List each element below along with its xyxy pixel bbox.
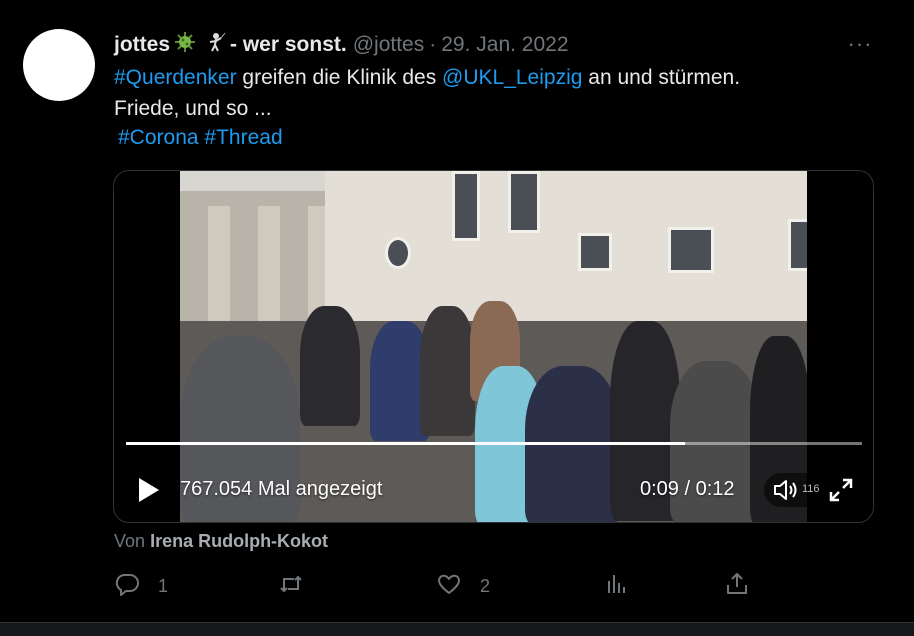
views-icon: [604, 571, 630, 602]
tweet-actions: 1 2: [114, 568, 764, 604]
share-icon: [724, 571, 750, 602]
video-pillar: [208, 206, 230, 331]
timeline-divider: [0, 622, 914, 636]
video-pillar: [258, 206, 280, 331]
hashtag-corona[interactable]: #Corona: [118, 126, 199, 149]
more-icon[interactable]: ···: [846, 30, 874, 58]
video-progress-fill: [126, 442, 686, 445]
fullscreen-icon[interactable]: [828, 477, 854, 503]
reply-count: 1: [158, 575, 169, 596]
fencer-emoji-icon: [204, 31, 226, 59]
video-view-count: 767.054 Mal angezeigt: [180, 478, 383, 500]
volume-icon[interactable]: [772, 478, 800, 502]
play-icon[interactable]: [136, 476, 162, 504]
hashtag-thread[interactable]: #Thread: [204, 126, 282, 149]
tweet-hashtags: #Corona #Thread: [118, 122, 283, 153]
media-credit: Von Irena Rudolph-Kokot: [114, 531, 328, 552]
volume-level: 116: [802, 483, 820, 495]
tweet-text-part1: greifen die Klinik des: [236, 66, 443, 89]
views-button[interactable]: [604, 568, 630, 604]
credit-author[interactable]: Irena Rudolph-Kokot: [150, 531, 328, 551]
tweet[interactable]: jottes - wer sonst. @jottes · 29. Jan. 2…: [0, 0, 914, 622]
virus-emoji-icon: [174, 31, 196, 59]
video-window: [508, 171, 540, 233]
volume-control[interactable]: 116: [764, 473, 836, 507]
tweet-text-part2: an und stürmen.: [582, 66, 741, 89]
display-name[interactable]: jottes: [114, 33, 170, 57]
tweet-text-line2: Friede, und so ...: [114, 97, 272, 120]
tweet-text: #Querdenker greifen die Klinik des @UKL_…: [114, 62, 874, 124]
video-window: [788, 219, 807, 271]
video-progress-bar[interactable]: [126, 442, 862, 445]
video-player[interactable]: 767.054 Mal angezeigt 0:09 / 0:12 116: [113, 170, 874, 523]
credit-prefix: Von: [114, 531, 146, 551]
share-button[interactable]: [724, 568, 750, 604]
user-handle[interactable]: @jottes: [353, 33, 425, 57]
tweet-date[interactable]: 29. Jan. 2022: [441, 33, 568, 57]
video-window: [452, 171, 480, 241]
video-window: [668, 227, 714, 273]
retweet-button[interactable]: [278, 568, 322, 604]
video-crowd-figure: [300, 306, 360, 426]
reply-button[interactable]: 1: [114, 568, 168, 604]
mention-ukl-leipzig[interactable]: @UKL_Leipzig: [442, 66, 582, 89]
reply-icon: [114, 571, 140, 602]
like-button[interactable]: 2: [436, 568, 490, 604]
name-suffix: - wer sonst.: [230, 33, 347, 56]
tweet-header: jottes - wer sonst. @jottes · 29. Jan. 2…: [114, 31, 569, 59]
retweet-icon: [278, 571, 304, 602]
like-count: 2: [480, 575, 491, 596]
video-round-window: [385, 237, 411, 269]
separator: ·: [429, 33, 437, 56]
hashtag-querdenker[interactable]: #Querdenker: [114, 66, 237, 89]
video-time: 0:09 / 0:12: [640, 478, 735, 500]
video-crowd-figure: [420, 306, 475, 436]
video-controls: 767.054 Mal angezeigt 0:09 / 0:12 116: [114, 471, 873, 511]
video-window: [578, 233, 612, 271]
like-icon: [436, 571, 462, 602]
avatar[interactable]: [23, 29, 95, 101]
